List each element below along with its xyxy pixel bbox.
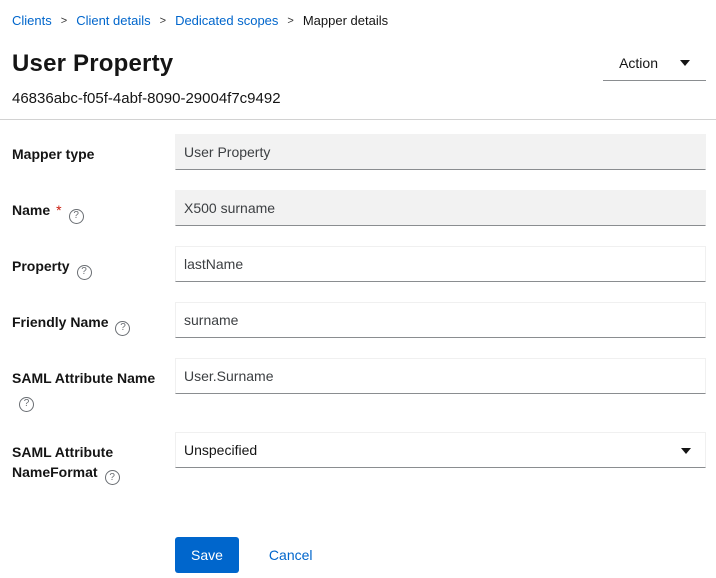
form-row-saml-attribute-name: SAML Attribute Name? — [12, 358, 706, 412]
field-control-saml-attribute-name — [175, 358, 706, 394]
field-label-text: Property — [12, 258, 70, 274]
friendly-name-input[interactable] — [175, 302, 706, 338]
breadcrumb-divider-icon: > — [287, 12, 293, 29]
field-label-saml-attribute-nameformat: SAML Attribute NameFormat? — [12, 432, 175, 486]
save-button[interactable]: Save — [175, 537, 239, 573]
field-label-property: Property? — [12, 246, 175, 280]
form-row-property: Property? — [12, 246, 706, 282]
help-icon[interactable]: ? — [19, 397, 34, 412]
select-selected-value: Unspecified — [184, 442, 257, 458]
field-label-text: Mapper type — [12, 146, 94, 162]
field-label-saml-attribute-name: SAML Attribute Name? — [12, 358, 175, 412]
breadcrumb-item-clients[interactable]: Clients — [12, 13, 52, 29]
form-row-name: Name *? — [12, 190, 706, 226]
help-icon[interactable]: ? — [77, 265, 92, 280]
help-icon[interactable]: ? — [115, 321, 130, 336]
breadcrumb-item-client-details[interactable]: Client details — [76, 13, 150, 29]
breadcrumb: Clients > Client details > Dedicated scopes >… — [12, 0, 706, 29]
property-input[interactable] — [175, 246, 706, 282]
form-row-friendly-name: Friendly Name? — [12, 302, 706, 338]
saml-attribute-nameformat-select[interactable]: Unspecified — [175, 432, 706, 468]
action-dropdown-label: Action — [619, 55, 658, 71]
breadcrumb-divider-icon: > — [61, 12, 67, 29]
field-label-text: Name — [12, 202, 50, 218]
mapper-details-page: Clients > Client details > Dedicated scopes >… — [0, 0, 716, 573]
breadcrumb-divider-icon: > — [160, 12, 166, 29]
field-label-text: Friendly Name — [12, 314, 108, 330]
required-asterisk: * — [56, 202, 61, 218]
saml-attribute-name-input[interactable] — [175, 358, 706, 394]
page-header: User Property Action — [12, 49, 706, 81]
field-label-text: SAML Attribute Name — [12, 370, 155, 386]
cancel-button[interactable]: Cancel — [269, 547, 313, 563]
field-control-mapper-type — [175, 134, 706, 170]
field-control-property — [175, 246, 706, 282]
form-row-saml-attribute-nameformat: SAML Attribute NameFormat? Unspecified — [12, 432, 706, 486]
chevron-down-icon — [680, 60, 690, 66]
name-input[interactable] — [175, 190, 706, 226]
field-label-name: Name *? — [12, 190, 175, 224]
form-actions: Save Cancel — [175, 537, 706, 573]
field-label-text: SAML Attribute NameFormat — [12, 444, 113, 480]
mapper-type-input[interactable] — [175, 134, 706, 170]
field-label-mapper-type: Mapper type — [12, 134, 175, 164]
help-icon[interactable]: ? — [105, 470, 120, 485]
breadcrumb-item-mapper-details: Mapper details — [303, 13, 388, 29]
mapper-id: 46836abc-f05f-4abf-8090-29004f7c9492 — [12, 90, 706, 108]
action-dropdown-button[interactable]: Action — [603, 45, 706, 81]
mapper-form: Mapper typeName*?Property?Friendly Name?… — [12, 120, 706, 485]
breadcrumb-item-dedicated-scopes[interactable]: Dedicated scopes — [175, 13, 278, 29]
help-icon[interactable]: ? — [69, 209, 84, 224]
field-control-name — [175, 190, 706, 226]
field-control-friendly-name — [175, 302, 706, 338]
field-label-friendly-name: Friendly Name? — [12, 302, 175, 336]
chevron-down-icon — [681, 448, 691, 454]
form-row-mapper-type: Mapper type — [12, 134, 706, 170]
field-control-saml-attribute-nameformat: Unspecified — [175, 432, 706, 468]
page-title: User Property — [12, 49, 173, 79]
